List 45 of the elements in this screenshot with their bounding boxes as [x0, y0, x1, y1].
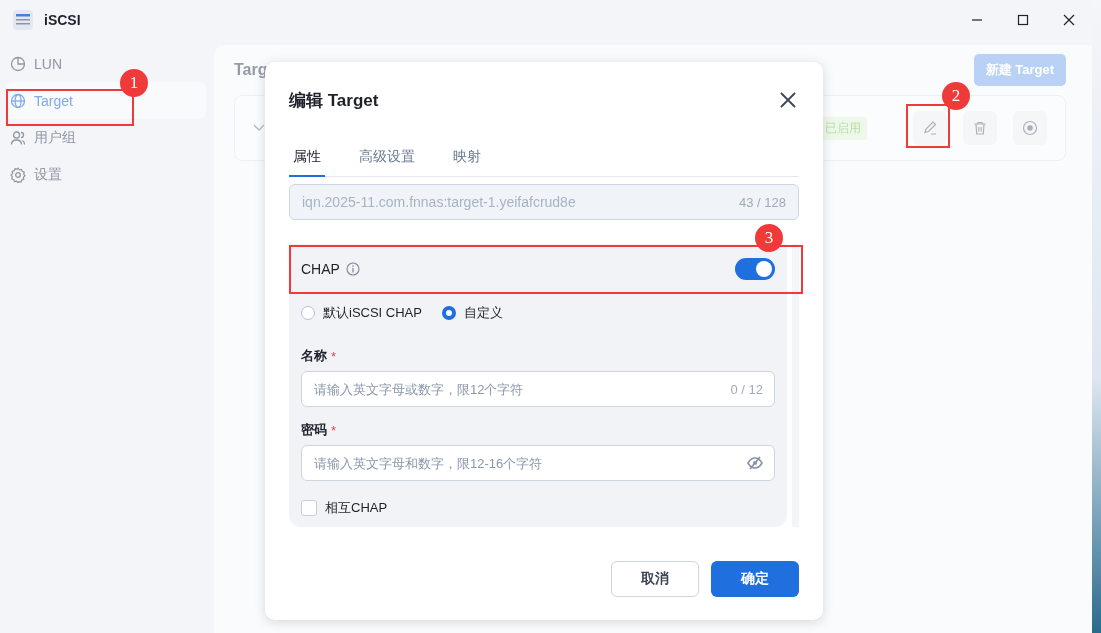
radio-option[interactable]: 自定义 — [441, 304, 503, 322]
password-field[interactable]: 请输入英文字母和数字，限12-16个字符 — [301, 445, 775, 481]
field-value: iqn.2025-11.com.fnnas:target-1.yeifafcrud8e — [302, 194, 577, 210]
delete-button[interactable] — [963, 111, 997, 145]
sidebar-item[interactable]: 用户组 — [6, 119, 206, 156]
pie-chart-icon — [10, 55, 26, 72]
pencil-icon — [922, 120, 938, 136]
settings-icon — [10, 166, 26, 183]
dialog-title: 编辑 Target — [289, 89, 379, 112]
field-label: 密码 — [301, 421, 327, 439]
page-heading: Targ — [234, 61, 268, 79]
scrollbar[interactable] — [792, 244, 799, 527]
character-counter: 0 / 12 — [730, 381, 763, 397]
app-logo-icon — [12, 9, 34, 31]
confirm-button[interactable]: 确定 — [711, 561, 799, 597]
field-label: 名称 — [301, 347, 327, 365]
radio-option[interactable]: 默认iSCSI CHAP — [301, 304, 422, 322]
globe-icon — [10, 92, 26, 109]
stop-icon — [1022, 120, 1038, 136]
required-mark: * — [331, 422, 337, 438]
checkbox[interactable] — [301, 500, 317, 516]
chap-label: CHAP — [301, 260, 340, 277]
tab[interactable]: 高级设置 — [355, 138, 419, 177]
chevron-icon[interactable] — [253, 124, 265, 132]
eye-off-icon[interactable] — [747, 456, 763, 470]
mutual-chap-checkbox[interactable]: 相互CHAP — [301, 499, 775, 517]
step-number-badge: 1 — [120, 69, 148, 97]
chap-toggle[interactable] — [735, 257, 775, 280]
maximize-icon — [1017, 14, 1029, 26]
radio-button[interactable] — [441, 306, 456, 320]
info-icon — [345, 261, 360, 276]
tab[interactable]: 映射 — [449, 138, 485, 177]
stop-button[interactable] — [1013, 111, 1047, 145]
radio-button[interactable] — [301, 306, 315, 320]
highlight-frame — [906, 104, 950, 148]
edit-button[interactable] — [913, 111, 947, 145]
sidebar-item[interactable]: 设置 — [6, 156, 206, 193]
trash-icon — [972, 120, 988, 136]
cancel-button[interactable]: 取消 — [611, 561, 699, 597]
tab[interactable]: 属性 — [289, 138, 325, 177]
window-title: iSCSI — [44, 12, 81, 28]
close-icon — [1063, 14, 1075, 26]
required-mark: * — [331, 348, 337, 364]
character-counter: 43 / 128 — [739, 194, 786, 210]
users-icon — [10, 129, 26, 146]
